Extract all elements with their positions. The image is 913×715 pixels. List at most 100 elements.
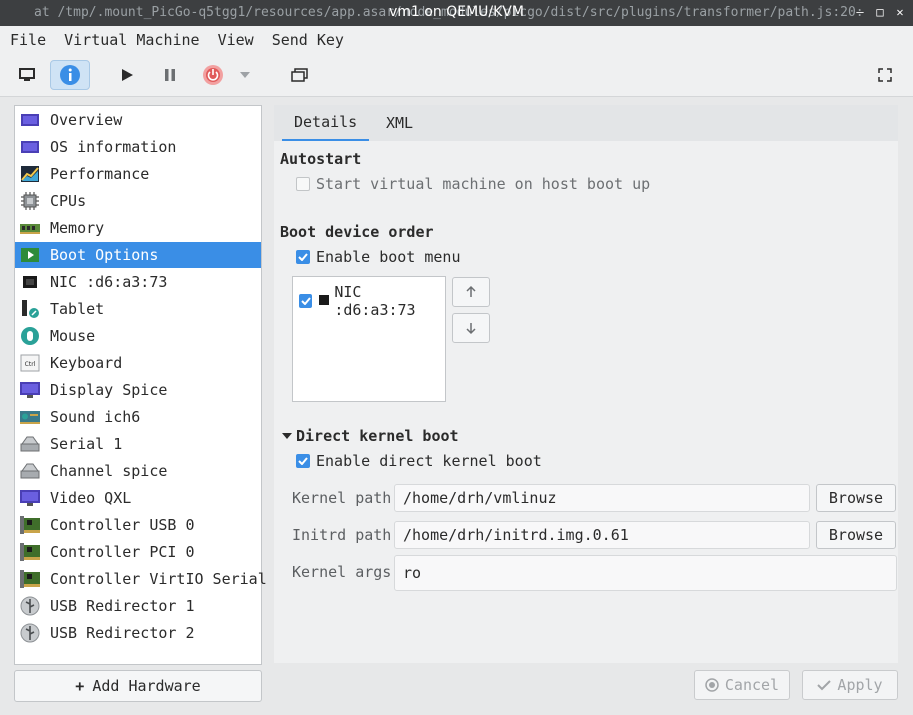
nic-icon	[318, 292, 330, 310]
sidebar-item-controller-virtio-serial[interactable]: Controller VirtIO Serial 0	[15, 566, 285, 592]
usb-icon	[19, 623, 41, 643]
sidebar-item-video-qxl[interactable]: Video QXL	[15, 485, 261, 511]
expander-arrow-icon	[282, 433, 292, 439]
pause-button[interactable]	[155, 60, 185, 90]
tab-label: XML	[386, 114, 414, 132]
minimize-icon[interactable]: —	[853, 5, 867, 19]
cpu-icon	[19, 191, 41, 211]
sidebar-item-controller-pci[interactable]: Controller PCI 0	[15, 539, 261, 565]
sidebar-item-memory[interactable]: Memory	[15, 215, 261, 241]
sidebar-item-channel-spice[interactable]: Channel spice	[15, 458, 261, 484]
channel-icon	[19, 461, 41, 481]
close-icon[interactable]: ✕	[893, 5, 907, 19]
title-bar: at /tmp/.mount_PicGo-q5tgg1/resources/ap…	[0, 0, 913, 26]
menu-virtual-machine[interactable]: Virtual Machine	[54, 31, 207, 49]
cancel-label: Cancel	[724, 676, 780, 694]
kernel-path-input[interactable]: /home/drh/vmlinuz	[394, 484, 810, 512]
autostart-row[interactable]: Start virtual machine on host boot up	[296, 175, 650, 193]
monitor-icon	[19, 68, 35, 81]
sidebar-item-overview[interactable]: Overview	[15, 107, 261, 133]
kernel-args-input[interactable]: ro	[394, 555, 897, 591]
sidebar-item-label: Mouse	[50, 327, 96, 345]
tab-xml[interactable]: XML	[374, 105, 425, 141]
details-button[interactable]	[50, 60, 90, 90]
info-icon	[60, 65, 80, 85]
move-up-button[interactable]	[452, 277, 490, 307]
sidebar-item-label: Memory	[50, 219, 105, 237]
tab-details[interactable]: Details	[282, 105, 370, 141]
browse-kernel-button[interactable]: Browse	[816, 484, 896, 512]
sidebar-item-label: Controller USB 0	[50, 516, 195, 534]
sidebar-item-mouse[interactable]: Mouse	[15, 323, 261, 349]
menu-bar: File Virtual Machine View Send Key	[0, 26, 913, 54]
run-button[interactable]	[112, 60, 142, 90]
initrd-path-input[interactable]: /home/drh/initrd.img.0.61	[394, 521, 810, 549]
add-hardware-button[interactable]: + Add Hardware	[14, 670, 262, 702]
direct-kernel-expander[interactable]: Direct kernel boot	[282, 427, 459, 445]
enable-boot-menu-checkbox[interactable]	[296, 250, 310, 264]
fullscreen-button[interactable]	[870, 60, 900, 90]
snapshots-button[interactable]	[285, 60, 315, 90]
sidebar-item-label: Tablet	[50, 300, 105, 318]
sidebar-item-keyboard[interactable]: Ctrl Keyboard	[15, 350, 261, 376]
browse-initrd-button[interactable]: Browse	[816, 521, 896, 549]
mouse-icon	[19, 326, 41, 346]
sidebar-item-usb-redirector-2[interactable]: USB Redirector 2	[15, 620, 261, 646]
sidebar-item-performance[interactable]: Performance	[15, 161, 261, 187]
apply-label: Apply	[837, 676, 883, 694]
nic-icon	[19, 272, 41, 292]
display-icon	[19, 380, 41, 400]
chart-icon	[19, 164, 41, 184]
shutdown-button[interactable]	[198, 60, 228, 90]
controller-icon	[19, 569, 41, 589]
controller-icon	[19, 542, 41, 562]
add-hardware-label: Add Hardware	[92, 677, 201, 695]
autostart-label: Start virtual machine on host boot up	[316, 175, 651, 193]
enable-boot-menu-row[interactable]: Enable boot menu	[296, 248, 461, 266]
sidebar-item-label: Serial 1	[50, 435, 123, 453]
maximize-icon[interactable]: □	[873, 5, 887, 19]
sidebar-item-controller-usb[interactable]: Controller USB 0	[15, 512, 261, 538]
sidebar-item-label: Boot Options	[50, 246, 159, 264]
sidebar-item-boot-options[interactable]: Boot Options	[15, 242, 261, 268]
enable-direct-kernel-checkbox[interactable]	[296, 454, 310, 468]
move-down-button[interactable]	[452, 313, 490, 343]
pause-icon	[165, 69, 175, 81]
sidebar-item-tablet[interactable]: Tablet	[15, 296, 261, 322]
fullscreen-icon	[878, 68, 892, 82]
menu-file[interactable]: File	[0, 31, 54, 49]
monitor-icon	[19, 137, 41, 157]
sidebar-item-label: Display Spice	[50, 381, 168, 399]
enable-boot-menu-label: Enable boot menu	[316, 248, 461, 266]
sidebar-item-serial[interactable]: Serial 1	[15, 431, 261, 457]
console-button[interactable]	[12, 60, 42, 90]
boot-device-list: NIC :d6:a3:73	[292, 276, 446, 402]
sidebar-item-os-information[interactable]: OS information	[15, 134, 261, 160]
sidebar-item-cpus[interactable]: CPUs	[15, 188, 261, 214]
sidebar-item-label: Video QXL	[50, 489, 132, 507]
arrow-down-icon	[466, 323, 476, 335]
memory-icon	[19, 218, 41, 238]
sidebar-item-label: Keyboard	[50, 354, 123, 372]
sidebar-item-nic[interactable]: NIC :d6:a3:73	[15, 269, 261, 295]
sidebar-item-sound[interactable]: Sound ich6	[15, 404, 261, 430]
menu-send-key[interactable]: Send Key	[262, 31, 352, 49]
power-icon	[203, 65, 223, 85]
cancel-button[interactable]: Cancel	[694, 670, 790, 700]
apply-button[interactable]: Apply	[802, 670, 898, 700]
shutdown-menu-button[interactable]	[235, 60, 255, 90]
sidebar-item-display-spice[interactable]: Display Spice	[15, 377, 261, 403]
menu-view[interactable]: View	[208, 31, 262, 49]
direct-kernel-title: Direct kernel boot	[296, 427, 459, 445]
window-title: vm1 on QEMU/KVM	[389, 4, 524, 20]
boot-device-row[interactable]: NIC :d6:a3:73	[299, 283, 445, 319]
initrd-path-label: Initrd path:	[292, 526, 401, 544]
enable-direct-kernel-row[interactable]: Enable direct kernel boot	[296, 452, 542, 470]
sidebar-item-usb-redirector-1[interactable]: USB Redirector 1	[15, 593, 261, 619]
chevron-down-icon	[240, 72, 250, 78]
autostart-title: Autostart	[280, 150, 362, 168]
boot-device-checkbox[interactable]	[299, 294, 313, 308]
usb-icon	[19, 596, 41, 616]
autostart-checkbox[interactable]	[296, 177, 310, 191]
tablet-icon	[19, 299, 41, 319]
